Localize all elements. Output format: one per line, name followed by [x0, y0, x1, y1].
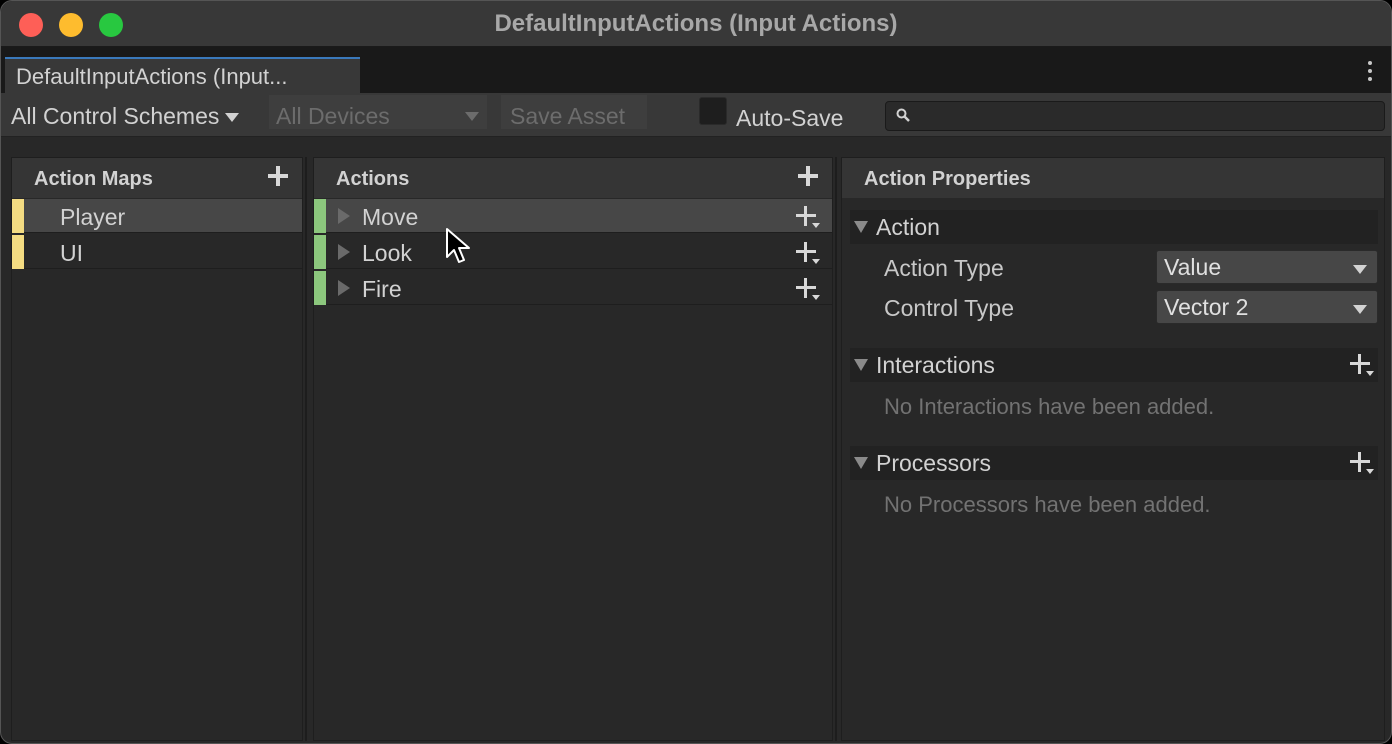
input-actions-window: DefaultInputActions (Input Actions) Defa… — [0, 0, 1392, 744]
action-maps-header: Action Maps — [12, 158, 302, 198]
actions-title: Actions — [336, 168, 410, 190]
control-type-dropdown[interactable]: Vector 2 — [1156, 290, 1378, 324]
action-maps-panel: Action Maps Player UI — [11, 157, 303, 741]
devices-label: All Devices — [276, 103, 390, 129]
auto-save-label: Auto-Save — [736, 105, 844, 131]
action-map-label: UI — [60, 240, 83, 266]
collapse-arrow-icon — [854, 457, 868, 469]
more-options-icon[interactable] — [1367, 61, 1373, 83]
control-type-value: Vector 2 — [1164, 294, 1249, 320]
expand-arrow-icon[interactable] — [338, 280, 350, 296]
action-section-header[interactable]: Action — [850, 210, 1378, 244]
action-item-fire[interactable]: Fire — [314, 271, 832, 305]
search-icon — [896, 108, 910, 122]
tab-strip: DefaultInputActions (Input... — [1, 47, 1391, 93]
add-processor-icon[interactable] — [1350, 452, 1374, 474]
control-scheme-label: All Control Schemes — [11, 103, 220, 129]
action-type-dropdown[interactable]: Value — [1156, 250, 1378, 284]
add-interaction-icon[interactable] — [1350, 354, 1374, 376]
processors-section-title: Processors — [876, 450, 992, 476]
action-maps-title: Action Maps — [34, 168, 153, 190]
chevron-down-icon — [1353, 265, 1367, 274]
collapse-arrow-icon — [854, 359, 868, 371]
action-label: Look — [362, 240, 412, 266]
action-map-item-player[interactable]: Player — [12, 199, 302, 233]
panel-splitter[interactable] — [305, 157, 307, 741]
map-color-stripe — [12, 199, 24, 233]
processors-section-header[interactable]: Processors — [850, 446, 1378, 480]
action-map-item-ui[interactable]: UI — [12, 235, 302, 269]
action-map-label: Player — [60, 204, 126, 230]
actions-header: Actions — [314, 158, 832, 198]
search-input[interactable] — [885, 101, 1385, 131]
window-title: DefaultInputActions (Input Actions) — [494, 10, 898, 37]
add-action-icon[interactable] — [798, 166, 818, 186]
action-properties-header: Action Properties — [842, 158, 1384, 198]
toolbar: All Control Schemes All Devices Save Ass… — [1, 93, 1391, 137]
add-binding-icon[interactable] — [796, 242, 820, 264]
chevron-down-icon — [465, 112, 479, 121]
collapse-arrow-icon — [854, 221, 868, 233]
expand-arrow-icon[interactable] — [338, 244, 350, 260]
add-binding-icon[interactable] — [796, 206, 820, 228]
interactions-empty-message: No Interactions have been added. — [884, 394, 1215, 419]
action-type-label: Action Type — [884, 255, 1004, 281]
action-item-move[interactable]: Move — [314, 199, 832, 233]
action-color-stripe — [314, 271, 326, 305]
control-scheme-dropdown[interactable]: All Control Schemes — [11, 103, 240, 130]
action-item-look[interactable]: Look — [314, 235, 832, 269]
action-color-stripe — [314, 199, 326, 233]
chevron-down-icon — [1353, 305, 1367, 314]
action-label: Move — [362, 204, 419, 230]
processors-empty-message: No Processors have been added. — [884, 492, 1211, 517]
action-type-value: Value — [1164, 254, 1222, 280]
title-bar: DefaultInputActions (Input Actions) — [1, 1, 1391, 47]
actions-panel: Actions Move Look Fire — [313, 157, 833, 741]
devices-dropdown[interactable]: All Devices — [269, 95, 487, 129]
control-type-label: Control Type — [884, 295, 1014, 321]
interactions-section-title: Interactions — [876, 352, 995, 378]
action-section-title: Action — [876, 214, 940, 240]
add-action-map-icon[interactable] — [268, 166, 288, 186]
save-asset-button[interactable]: Save Asset — [501, 95, 647, 129]
action-properties-title: Action Properties — [864, 168, 1031, 190]
auto-save-checkbox[interactable] — [699, 97, 727, 125]
map-color-stripe — [12, 235, 24, 269]
expand-arrow-icon[interactable] — [338, 208, 350, 224]
action-color-stripe — [314, 235, 326, 269]
interactions-section-header[interactable]: Interactions — [850, 348, 1378, 382]
tab-default-input-actions[interactable]: DefaultInputActions (Input... — [5, 57, 360, 93]
panel-splitter[interactable] — [835, 157, 837, 741]
add-binding-icon[interactable] — [796, 278, 820, 300]
action-properties-panel: Action Properties Action Action Type Val… — [841, 157, 1385, 741]
action-label: Fire — [362, 276, 402, 302]
mouse-cursor-icon — [446, 228, 470, 263]
chevron-down-icon — [225, 113, 240, 123]
